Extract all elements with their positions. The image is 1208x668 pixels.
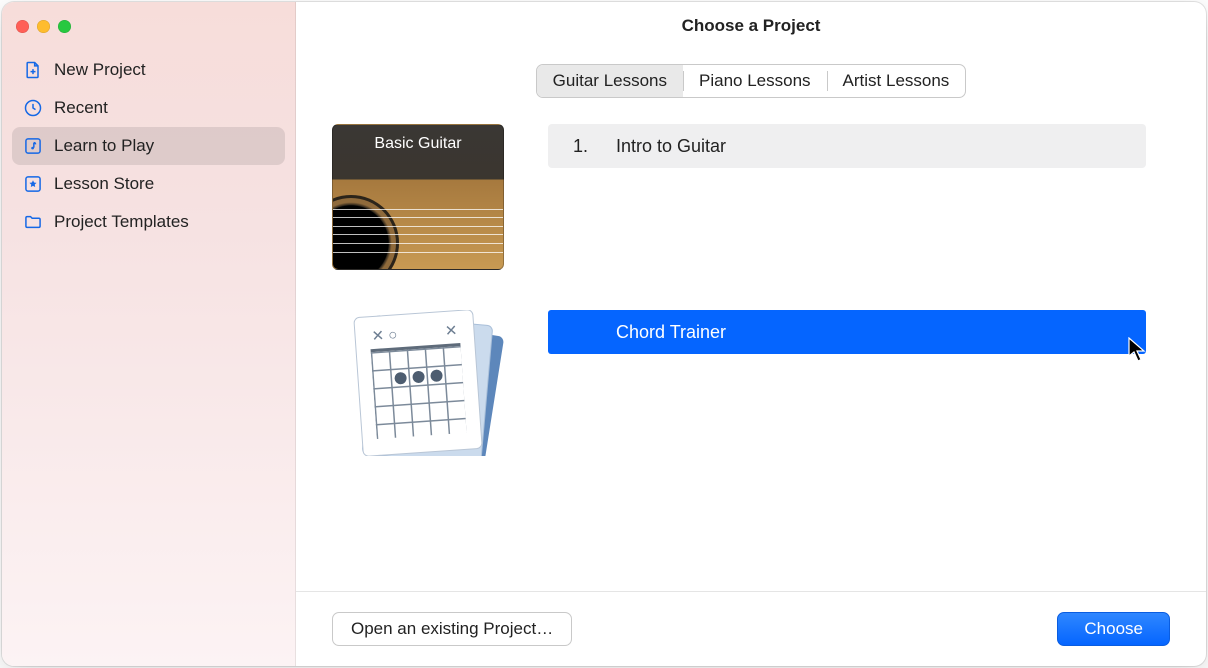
sidebar-item-learn-to-play[interactable]: Learn to Play (12, 127, 285, 165)
lesson-row-intro-to-guitar[interactable]: 1. Intro to Guitar (548, 124, 1146, 168)
clock-icon (22, 97, 44, 119)
window-controls (2, 10, 295, 47)
minimize-window-button[interactable] (37, 20, 50, 33)
lesson-row-chord-trainer[interactable]: Chord Trainer (548, 310, 1146, 354)
basic-guitar-thumbnail[interactable]: Basic Guitar (332, 124, 504, 270)
segment-guitar-lessons[interactable]: Guitar Lessons (537, 65, 683, 97)
music-note-square-icon (22, 135, 44, 157)
lesson-type-segmented-control: Guitar Lessons Piano Lessons Artist Less… (536, 64, 967, 98)
sidebar: New Project Recent Learn (2, 2, 296, 666)
lesson-number: 1. (568, 136, 588, 157)
sidebar-item-label: Recent (54, 98, 108, 118)
sidebar-item-lesson-store[interactable]: Lesson Store (12, 165, 285, 203)
sidebar-item-label: Lesson Store (54, 174, 154, 194)
sidebar-item-new-project[interactable]: New Project (12, 51, 285, 89)
footer: Open an existing Project… Choose (296, 591, 1206, 666)
segment-artist-lessons[interactable]: Artist Lessons (827, 65, 966, 97)
project-chooser-window: New Project Recent Learn (2, 2, 1206, 666)
thumbnail-label: Basic Guitar (333, 135, 503, 153)
open-existing-project-button[interactable]: Open an existing Project… (332, 612, 572, 646)
sidebar-item-label: Project Templates (54, 212, 189, 232)
lesson-title: Intro to Guitar (616, 136, 726, 157)
zoom-window-button[interactable] (58, 20, 71, 33)
segment-piano-lessons[interactable]: Piano Lessons (683, 65, 827, 97)
star-square-icon (22, 173, 44, 195)
titlebar: Choose a Project (296, 2, 1206, 50)
folder-icon (22, 211, 44, 233)
sidebar-item-recent[interactable]: Recent (12, 89, 285, 127)
choose-button[interactable]: Choose (1057, 612, 1170, 646)
main-panel: Choose a Project Guitar Lessons Piano Le… (296, 2, 1206, 666)
window-title: Choose a Project (682, 16, 821, 36)
document-plus-icon (22, 59, 44, 81)
lesson-list-area: Basic Guitar 1. Intro to Guitar (296, 124, 1206, 591)
lesson-title: Chord Trainer (616, 322, 726, 343)
sidebar-item-label: New Project (54, 60, 146, 80)
sidebar-item-label: Learn to Play (54, 136, 154, 156)
chord-trainer-thumbnail[interactable]: ✕ ○ ✕ (332, 310, 504, 456)
sidebar-item-project-templates[interactable]: Project Templates (12, 203, 285, 241)
close-window-button[interactable] (16, 20, 29, 33)
